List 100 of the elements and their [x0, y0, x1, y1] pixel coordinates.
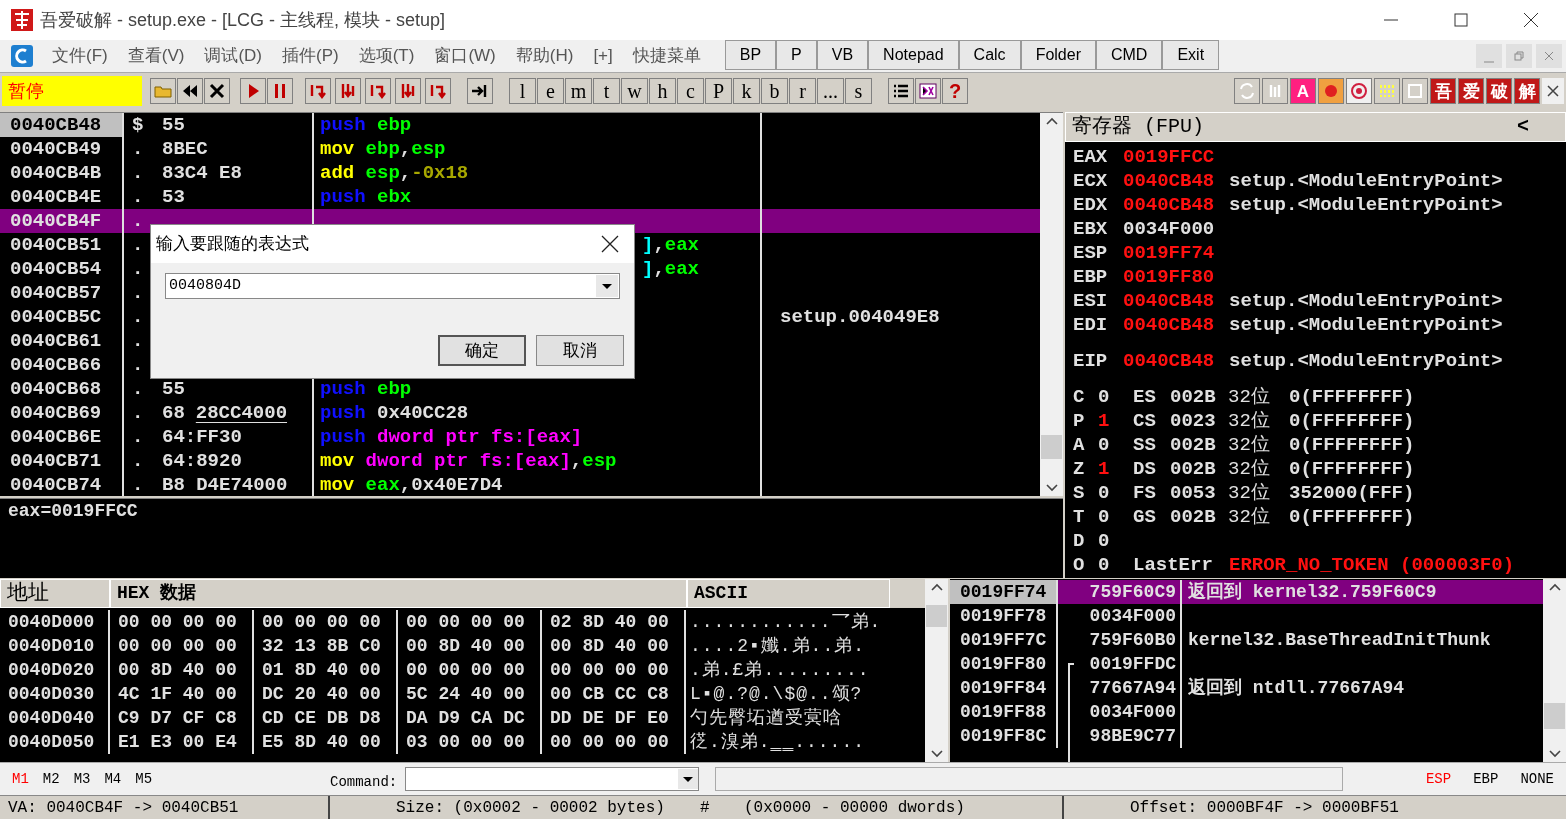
step-over-button[interactable]: [335, 78, 361, 104]
record-button[interactable]: [1318, 78, 1344, 104]
register-value[interactable]: 0019FFCC: [1123, 145, 1229, 169]
quick-button[interactable]: Calc: [958, 40, 1021, 70]
menu-item[interactable]: [+]: [583, 43, 623, 69]
brand-button[interactable]: 解: [1514, 78, 1540, 104]
dialog-button[interactable]: 取消: [536, 335, 624, 366]
window-button[interactable]: P: [705, 78, 732, 104]
window-button[interactable]: w: [621, 78, 648, 104]
help-button[interactable]: ?: [942, 78, 968, 104]
window-button[interactable]: m: [565, 78, 592, 104]
collapse-toggle[interactable]: <: [1517, 112, 1529, 142]
stack-row[interactable]: 0019FF78 0034F000: [950, 604, 1543, 628]
disassembly-row[interactable]: 0040CB48 $ 55 push ebp: [0, 113, 1040, 137]
register-value[interactable]: 0040CB48: [1123, 193, 1229, 217]
register-value[interactable]: 0034F000: [1123, 217, 1229, 241]
flag-value[interactable]: 1: [1098, 409, 1133, 433]
disassembly-row[interactable]: 0040CB69 . 68 28CC4000 push 0x40CC28: [0, 401, 1040, 425]
column-header[interactable]: ASCII: [687, 579, 890, 608]
stack-row[interactable]: 0019FF8C 98BE9C77: [950, 724, 1543, 748]
register-value[interactable]: 0040CB48: [1123, 349, 1229, 373]
column-header[interactable]: HEX 数据: [110, 579, 687, 608]
menu-item[interactable]: 窗口(W): [424, 43, 506, 69]
quick-button[interactable]: VB: [816, 40, 869, 70]
binary-button[interactable]: [1374, 78, 1400, 104]
stack-row[interactable]: 0019FF74 759F60C9 返回到 kernel32.759F60C9: [950, 580, 1543, 604]
go-to-button[interactable]: [467, 78, 493, 104]
stack-row[interactable]: 0019FF84 77667A94 返回到 ntdll.77667A94: [950, 676, 1543, 700]
trace-over-button[interactable]: [395, 78, 421, 104]
menu-item[interactable]: 快捷菜单: [622, 43, 711, 69]
quick-button[interactable]: Exit: [1162, 40, 1220, 70]
register-value[interactable]: 0040CB48: [1123, 313, 1229, 337]
brand-button[interactable]: 爱: [1458, 78, 1484, 104]
window-button[interactable]: l: [509, 78, 536, 104]
scrollbar-thumb[interactable]: [1544, 703, 1565, 729]
font-button[interactable]: A: [1290, 78, 1316, 104]
menu-item[interactable]: 调试(D): [194, 43, 272, 69]
mark-tab[interactable]: M3: [71, 768, 93, 790]
window-button[interactable]: c: [677, 78, 704, 104]
pause-button[interactable]: [267, 78, 293, 104]
column-header[interactable]: 地址: [0, 579, 110, 608]
mark-tab[interactable]: M2: [40, 768, 62, 790]
stack-row[interactable]: 0019FF7C 759F60B0 kernel32.BaseThreadInitThunk: [950, 628, 1543, 652]
close-button[interactable]: [204, 78, 230, 104]
window-button[interactable]: s: [845, 78, 872, 104]
follow-option[interactable]: EBP: [1469, 768, 1503, 790]
window-button[interactable]: h: [649, 78, 676, 104]
window-button[interactable]: t: [593, 78, 620, 104]
run-button[interactable]: [240, 78, 266, 104]
dialog-button[interactable]: 确定: [438, 335, 526, 366]
quick-button[interactable]: Notepad: [868, 40, 959, 70]
flag-value[interactable]: 0: [1098, 505, 1133, 529]
disassembly-row[interactable]: 0040CB6E . 64:FF30 push dword ptr fs:[eax]: [0, 425, 1040, 449]
window-tool-button[interactable]: [1402, 78, 1428, 104]
window-button[interactable]: ...: [817, 78, 844, 104]
scrollbar[interactable]: [925, 579, 948, 762]
tool-button[interactable]: [1262, 78, 1288, 104]
register-value[interactable]: 0040CB48: [1123, 169, 1229, 193]
brand-button[interactable]: 破: [1486, 78, 1512, 104]
close-button[interactable]: [600, 234, 620, 254]
scrollbar-thumb[interactable]: [1041, 435, 1062, 459]
flag-value[interactable]: 1: [1098, 457, 1133, 481]
mark-tab[interactable]: M5: [133, 768, 155, 790]
refresh-button[interactable]: [1234, 78, 1260, 104]
quick-button[interactable]: CMD: [1096, 40, 1163, 70]
list-button[interactable]: [888, 78, 914, 104]
scrollbar[interactable]: [1040, 113, 1063, 496]
expression-combobox[interactable]: 0040804D: [165, 273, 620, 299]
window-button[interactable]: k: [733, 78, 760, 104]
flag-value[interactable]: 0: [1098, 385, 1133, 409]
scrollbar[interactable]: [1543, 579, 1566, 762]
step-into-button[interactable]: [305, 78, 331, 104]
execute-till-return-button[interactable]: [425, 78, 451, 104]
window-button[interactable]: e: [537, 78, 564, 104]
target-button[interactable]: [1346, 78, 1372, 104]
menu-item[interactable]: 插件(P): [272, 43, 349, 69]
follow-option[interactable]: ESP: [1421, 768, 1456, 790]
mark-tab[interactable]: M4: [102, 768, 124, 790]
register-value[interactable]: 0040CB48: [1123, 289, 1229, 313]
follow-option[interactable]: NONE: [1516, 768, 1558, 790]
flag-value[interactable]: 0: [1098, 529, 1133, 553]
trace-into-button[interactable]: [365, 78, 391, 104]
restart-button[interactable]: [177, 78, 203, 104]
window-button[interactable]: r: [789, 78, 816, 104]
mark-tab[interactable]: M1: [10, 768, 31, 790]
quick-button[interactable]: BP: [724, 40, 777, 70]
scrollbar-thumb[interactable]: [926, 605, 947, 627]
register-value[interactable]: 0019FF74: [1123, 241, 1229, 265]
close-button[interactable]: [1542, 78, 1564, 104]
stack-row[interactable]: 0019FF88 0034F000: [950, 700, 1543, 724]
menu-item[interactable]: 查看(V): [117, 43, 195, 69]
disassembly-row[interactable]: 0040CB49 . 8BEC mov ebp,esp: [0, 137, 1040, 161]
disassembly-row[interactable]: 0040CB71 . 64:8920 mov dword ptr fs:[eax],esp: [0, 449, 1040, 473]
flag-value[interactable]: 0: [1098, 553, 1133, 577]
menu-item[interactable]: 文件(F): [42, 43, 118, 69]
disassembly-row[interactable]: 0040CB4B . 83C4 E8 add esp,-0x18: [0, 161, 1040, 185]
flag-value[interactable]: 0: [1098, 433, 1133, 457]
window-button[interactable]: b: [761, 78, 788, 104]
quick-button[interactable]: Folder: [1020, 40, 1096, 70]
flag-value[interactable]: 0: [1098, 481, 1133, 505]
